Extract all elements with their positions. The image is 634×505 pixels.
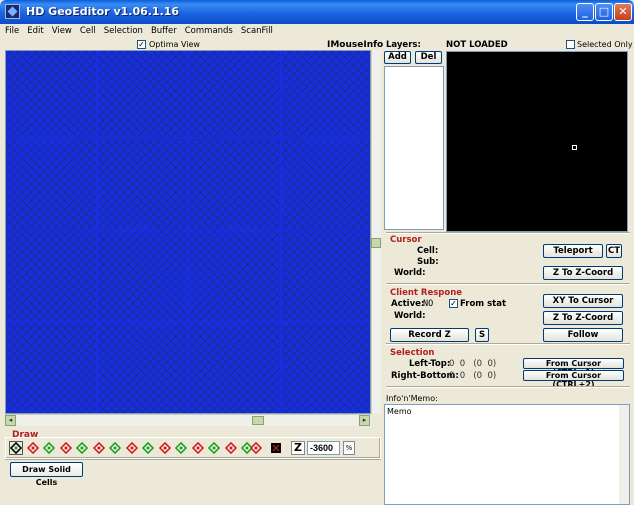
divider — [386, 386, 630, 388]
left-top-label: Left-Top: — [409, 359, 451, 369]
from-cursor-ctrl2-button[interactable]: From Cursor (CTRL+2) — [523, 370, 624, 389]
close-icon: ✕ — [618, 5, 628, 18]
layers-list[interactable] — [384, 66, 444, 230]
vertical-scroll-thumb[interactable] — [371, 238, 381, 248]
optima-view-label: Optima View — [149, 40, 200, 49]
follow-button[interactable]: Follow — [543, 328, 623, 342]
minimap-cursor-marker — [572, 145, 577, 150]
menu-view[interactable]: View — [49, 24, 75, 38]
z-toggle-button[interactable]: Z — [291, 441, 305, 455]
diamond-red-icon[interactable] — [158, 441, 171, 455]
diamond-green-icon[interactable] — [75, 441, 89, 455]
draw-solid-cells-button[interactable]: Draw Solid Cells — [10, 462, 83, 487]
memo-text: Memo — [387, 407, 412, 416]
diamond-red-icon[interactable] — [191, 441, 204, 455]
divider — [386, 283, 630, 285]
maximize-button[interactable]: □ — [595, 3, 613, 21]
horizontal-scroll-thumb[interactable] — [252, 416, 264, 425]
optima-view-checkbox[interactable]: ✓ — [137, 40, 146, 49]
cursor-sub-label: Sub: — [417, 257, 439, 267]
diamond-green-icon[interactable] — [141, 441, 155, 455]
layers-label: Layers: — [386, 40, 421, 50]
maximize-icon: □ — [598, 5, 610, 18]
minimize-button[interactable]: _ — [576, 3, 594, 21]
vertical-scrollbar[interactable] — [371, 50, 381, 414]
menu-cell[interactable]: Cell — [77, 24, 99, 38]
xy-to-cursor-button[interactable]: XY To Cursor — [543, 294, 623, 308]
from-stat-label: From stat — [460, 299, 507, 309]
client-z-to-z-button[interactable]: Z To Z-Coord — [543, 311, 623, 325]
memo-label: Info'n'Memo: — [386, 394, 438, 403]
divider — [386, 343, 630, 345]
client-world-label: World: — [394, 311, 426, 321]
menu-selection[interactable]: Selection — [101, 24, 146, 38]
cursor-cell-label: Cell: — [417, 246, 439, 256]
from-cursor-ctrl1-button[interactable]: From Cursor (CTRL+1) — [523, 358, 624, 377]
selected-only-checkbox[interactable] — [566, 40, 575, 49]
from-stat-checkbox[interactable]: ✓ — [449, 299, 458, 308]
diamond-green-icon[interactable] — [42, 441, 56, 455]
minimize-icon: _ — [582, 5, 588, 18]
diamond-red-icon[interactable] — [125, 441, 138, 455]
percent-button[interactable]: % — [343, 441, 355, 455]
right-bottom-value: 0 0 (0 0) — [449, 371, 497, 381]
diamond-red-icon[interactable] — [92, 441, 105, 455]
block-lines-horizontal — [6, 51, 370, 413]
cursor-z-to-z-button[interactable]: Z To Z-Coord — [543, 266, 623, 280]
app-icon[interactable] — [5, 4, 20, 19]
x-square-icon[interactable] — [270, 442, 282, 454]
diamond-red-icon[interactable] — [249, 441, 263, 455]
cursor-section-title: Cursor — [390, 235, 422, 245]
menu-bar: File Edit View Cell Selection Buffer Commands S… — [0, 24, 634, 38]
teleport-button[interactable]: Teleport — [543, 244, 603, 258]
divider — [386, 232, 630, 234]
menu-edit[interactable]: Edit — [24, 24, 46, 38]
client-active-label: Active: — [391, 299, 425, 309]
client-section-title: Client Respone — [390, 288, 463, 298]
diamond-black-icon[interactable] — [9, 441, 23, 455]
left-top-value: 0 0 (0 0) — [449, 359, 497, 369]
selection-section-title: Selection — [390, 348, 435, 358]
memo-textarea[interactable]: Memo — [384, 404, 630, 505]
menu-file[interactable]: File — [2, 24, 22, 38]
selected-only-label: Selected Only — [577, 40, 633, 49]
diamond-red-icon[interactable] — [224, 441, 237, 455]
scroll-right-icon[interactable]: ▸ — [359, 415, 370, 426]
ct-button[interactable]: CT — [606, 244, 622, 258]
window-title: HD GeoEditor v1.06.1.16 — [26, 5, 180, 18]
cursor-world-label: World: — [394, 268, 426, 278]
close-button[interactable]: ✕ — [614, 3, 632, 21]
menu-buffer[interactable]: Buffer — [148, 24, 180, 38]
mouse-info-label: IMouseInfo — [327, 40, 384, 50]
add-layer-button[interactable]: Add — [384, 51, 411, 64]
client-active-value: NO — [423, 299, 434, 309]
diamond-red-icon[interactable] — [59, 441, 72, 455]
load-status: NOT LOADED — [446, 40, 508, 50]
diamond-green-icon[interactable] — [174, 441, 188, 455]
menu-commands[interactable]: Commands — [182, 24, 236, 38]
memo-scrollbar[interactable] — [619, 405, 629, 504]
s-button[interactable]: S — [475, 328, 489, 342]
record-z-button[interactable]: Record Z — [390, 328, 469, 342]
z-value-input[interactable] — [307, 441, 340, 455]
diamond-green-icon[interactable] — [108, 441, 122, 455]
menu-scanfill[interactable]: ScanFill — [238, 24, 276, 38]
geo-grid-canvas[interactable] — [5, 50, 371, 414]
diamond-green-icon[interactable] — [207, 441, 221, 455]
diamond-red-icon[interactable] — [26, 441, 39, 455]
horizontal-scrollbar[interactable] — [5, 414, 371, 426]
delete-layer-button[interactable]: Del — [415, 51, 442, 64]
scroll-left-icon[interactable]: ◂ — [5, 415, 16, 426]
minimap-preview[interactable] — [446, 51, 628, 232]
